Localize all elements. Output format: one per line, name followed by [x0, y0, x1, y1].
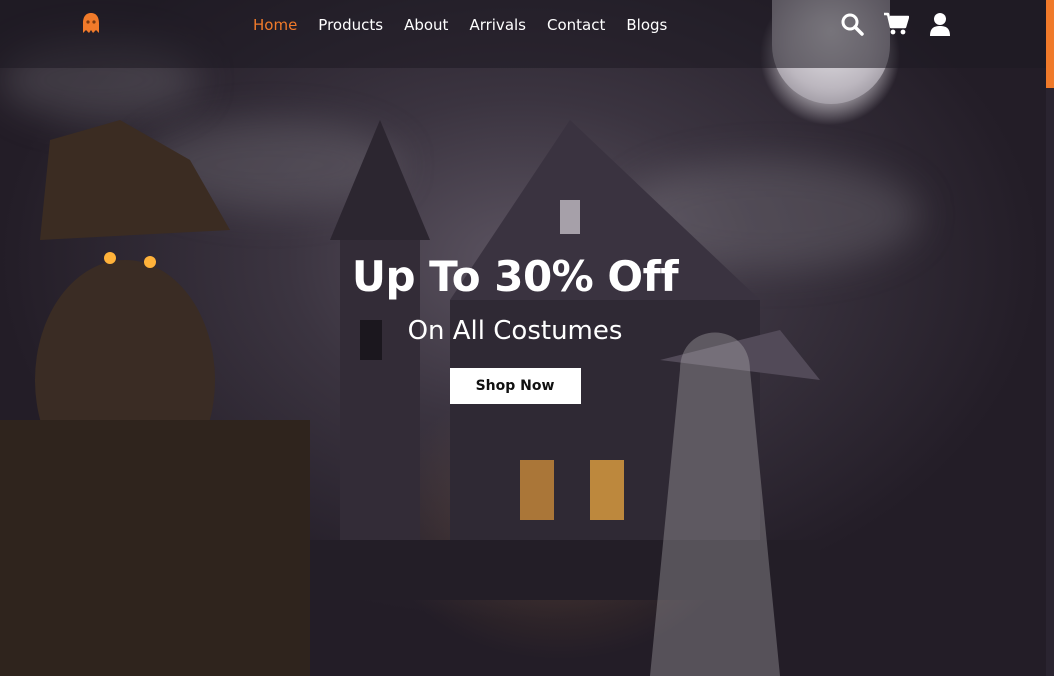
nav-link-arrivals[interactable]: Arrivals: [469, 14, 526, 36]
shop-now-button[interactable]: Shop Now: [449, 368, 581, 404]
nav-links: Home Products About Arrivals Contact Blo…: [253, 14, 688, 36]
hero-subtitle: On All Costumes: [407, 316, 623, 346]
nav-link-about[interactable]: About: [404, 14, 448, 36]
nav-link-products[interactable]: Products: [318, 14, 383, 36]
search-icon[interactable]: [839, 10, 865, 38]
scrollbar-thumb[interactable]: [1046, 0, 1054, 88]
scrollbar-track[interactable]: [1046, 0, 1054, 676]
nav-link-home[interactable]: Home: [253, 14, 297, 36]
user-icon[interactable]: [927, 10, 953, 38]
navbar: Home Products About Arrivals Contact Blo…: [0, 0, 1046, 68]
hero-title: Up To 30% Off: [351, 252, 679, 301]
hero-content: Up To 30% Off On All Costumes Shop Now: [0, 250, 1030, 404]
nav-link-blogs[interactable]: Blogs: [626, 14, 667, 36]
nav-icons: [839, 10, 971, 38]
cart-icon[interactable]: [883, 10, 909, 38]
nav-link-contact[interactable]: Contact: [547, 14, 605, 36]
ghost-icon[interactable]: [81, 12, 101, 34]
